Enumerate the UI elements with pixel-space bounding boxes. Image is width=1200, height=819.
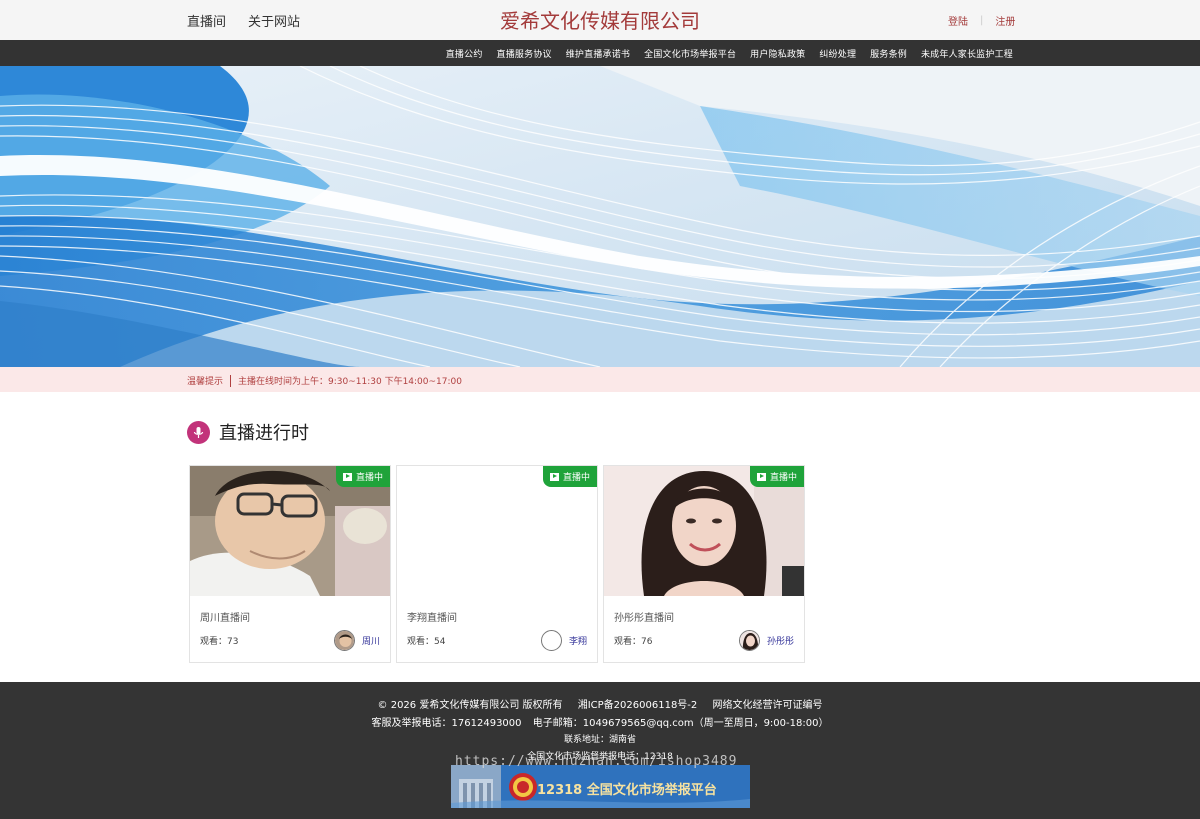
anchor-info[interactable]: 孙彤彤	[738, 630, 794, 651]
nav-live-rooms-link[interactable]: 直播间	[187, 11, 226, 30]
nav-item-report-platform[interactable]: 全国文化市场举报平台	[644, 47, 736, 60]
live-badge-label: 直播中	[562, 473, 590, 483]
watermark-text: https://www.huzhan.com/ishop3489	[455, 754, 738, 769]
main-nav-list: 直播公约 直播服务协议 维护直播承诺书 全国文化市场举报平台 用户隐私政策 纠纷…	[446, 40, 1013, 66]
footer-icp-link[interactable]: 湘ICP备2026006118号-2	[578, 700, 698, 711]
nav-item-service-terms[interactable]: 服务条例	[870, 47, 907, 60]
live-badge-label: 直播中	[355, 473, 383, 483]
nav-item-live-convention[interactable]: 直播公约	[446, 47, 483, 60]
room-thumbnail[interactable]: 直播中	[604, 466, 804, 596]
play-icon	[549, 472, 559, 481]
footer-copyright: © 2026 爱希文化传媒有限公司 版权所有	[377, 700, 563, 711]
avatar	[333, 630, 355, 651]
live-badge: 直播中	[336, 466, 390, 487]
room-name[interactable]: 孙彤彤直播间	[614, 609, 674, 624]
play-icon	[342, 472, 352, 481]
avatar-image	[334, 631, 354, 650]
register-link[interactable]: 注册	[995, 13, 1015, 28]
avatar	[540, 630, 562, 651]
nav-item-commitment[interactable]: 维护直播承诺书	[566, 47, 630, 60]
anchor-info[interactable]: 周川	[333, 630, 380, 651]
report-platform-banner[interactable]: 12318 全国文化市场举报平台	[451, 765, 750, 808]
banner-artwork	[0, 66, 1200, 367]
footer-email: 电子邮箱：1049679565@qq.com（周一至周日，9:00-18:00）	[532, 718, 829, 729]
anchor-info[interactable]: 李翔	[540, 630, 587, 651]
footer-license-link[interactable]: 网络文化经营许可证编号	[712, 700, 822, 711]
nav-item-privacy-policy[interactable]: 用户隐私政策	[750, 47, 805, 60]
auth-separator: |	[980, 15, 984, 26]
notice-bar: 温馨提示 主播在线时间为上午：9:30~11:30 下午14:00~17:00	[0, 367, 1200, 392]
footer-phone: 客服及举报电话：17612493000	[371, 718, 522, 729]
top-nav: 直播间 关于网站	[187, 11, 300, 30]
live-badge-label: 直播中	[769, 473, 797, 483]
top-bar: 直播间 关于网站 爱希文化传媒有限公司 登陆 | 注册	[0, 0, 1200, 40]
live-room-card[interactable]: 直播中 李翔直播间 观看：54 李翔	[396, 465, 598, 663]
site-brand-title[interactable]: 爱希文化传媒有限公司	[500, 9, 700, 33]
notice-content: 温馨提示 主播在线时间为上午：9:30~11:30 下午14:00~17:00	[187, 374, 462, 387]
nav-item-dispute[interactable]: 纠纷处理	[819, 47, 856, 60]
report-platform-label: 12318 全国文化市场举报平台	[537, 783, 717, 798]
live-badge: 直播中	[750, 466, 804, 487]
notice-text: 主播在线时间为上午：9:30~11:30 下午14:00~17:00	[238, 377, 462, 387]
notice-divider	[230, 374, 232, 387]
room-views: 观看：76	[614, 637, 653, 647]
nav-about-link[interactable]: 关于网站	[248, 11, 300, 30]
footer-address: 联系地址：湖南省	[563, 735, 636, 745]
anchor-name[interactable]: 李翔	[569, 634, 587, 647]
hero-banner	[0, 66, 1200, 367]
room-views: 观看：54	[407, 637, 446, 647]
anchor-name[interactable]: 孙彤彤	[767, 634, 794, 647]
microphone-icon	[187, 420, 210, 444]
anchor-name[interactable]: 周川	[362, 634, 380, 647]
live-room-card[interactable]: 直播中 孙彤彤直播间 观看：76 孙彤彤	[603, 465, 805, 663]
avatar	[738, 630, 760, 651]
main-navbar: 直播公约 直播服务协议 维护直播承诺书 全国文化市场举报平台 用户隐私政策 纠纷…	[0, 40, 1200, 66]
live-badge: 直播中	[543, 466, 597, 487]
section-title: 直播进行时	[219, 423, 309, 444]
login-link[interactable]: 登陆	[948, 13, 968, 28]
play-icon	[756, 472, 766, 481]
room-thumbnail[interactable]: 直播中	[190, 466, 390, 596]
notice-label: 温馨提示	[187, 377, 224, 387]
microphone-icon-glyph	[193, 426, 204, 438]
footer-line-contact: 客服及举报电话：17612493000 电子邮箱：1049679565@qq.c…	[0, 714, 1200, 729]
live-room-card[interactable]: 直播中 周川直播间 观看：73 周川	[189, 465, 391, 663]
site-brand: 爱希文化传媒有限公司	[0, 5, 1200, 34]
nav-item-guardian-project[interactable]: 未成年人家长监护工程	[921, 47, 1013, 60]
footer-line-legal: © 2026 爱希文化传媒有限公司 版权所有 湘ICP备2026006118号-…	[0, 696, 1200, 711]
auth-links: 登陆 | 注册	[948, 13, 1015, 28]
room-name[interactable]: 周川直播间	[200, 609, 250, 624]
nav-item-service-agreement[interactable]: 直播服务协议	[497, 47, 552, 60]
room-thumbnail[interactable]: 直播中	[397, 466, 597, 596]
room-name[interactable]: 李翔直播间	[407, 609, 457, 624]
site-footer: © 2026 爱希文化传媒有限公司 版权所有 湘ICP备2026006118号-…	[0, 682, 1200, 819]
room-views: 观看：73	[200, 637, 239, 647]
live-room-list: 直播中 周川直播间 观看：73 周川 直播中 李翔直播间 观看：54 李翔 直播…	[189, 465, 805, 663]
avatar-image	[739, 631, 759, 650]
live-section-header: 直播进行时	[187, 419, 309, 445]
